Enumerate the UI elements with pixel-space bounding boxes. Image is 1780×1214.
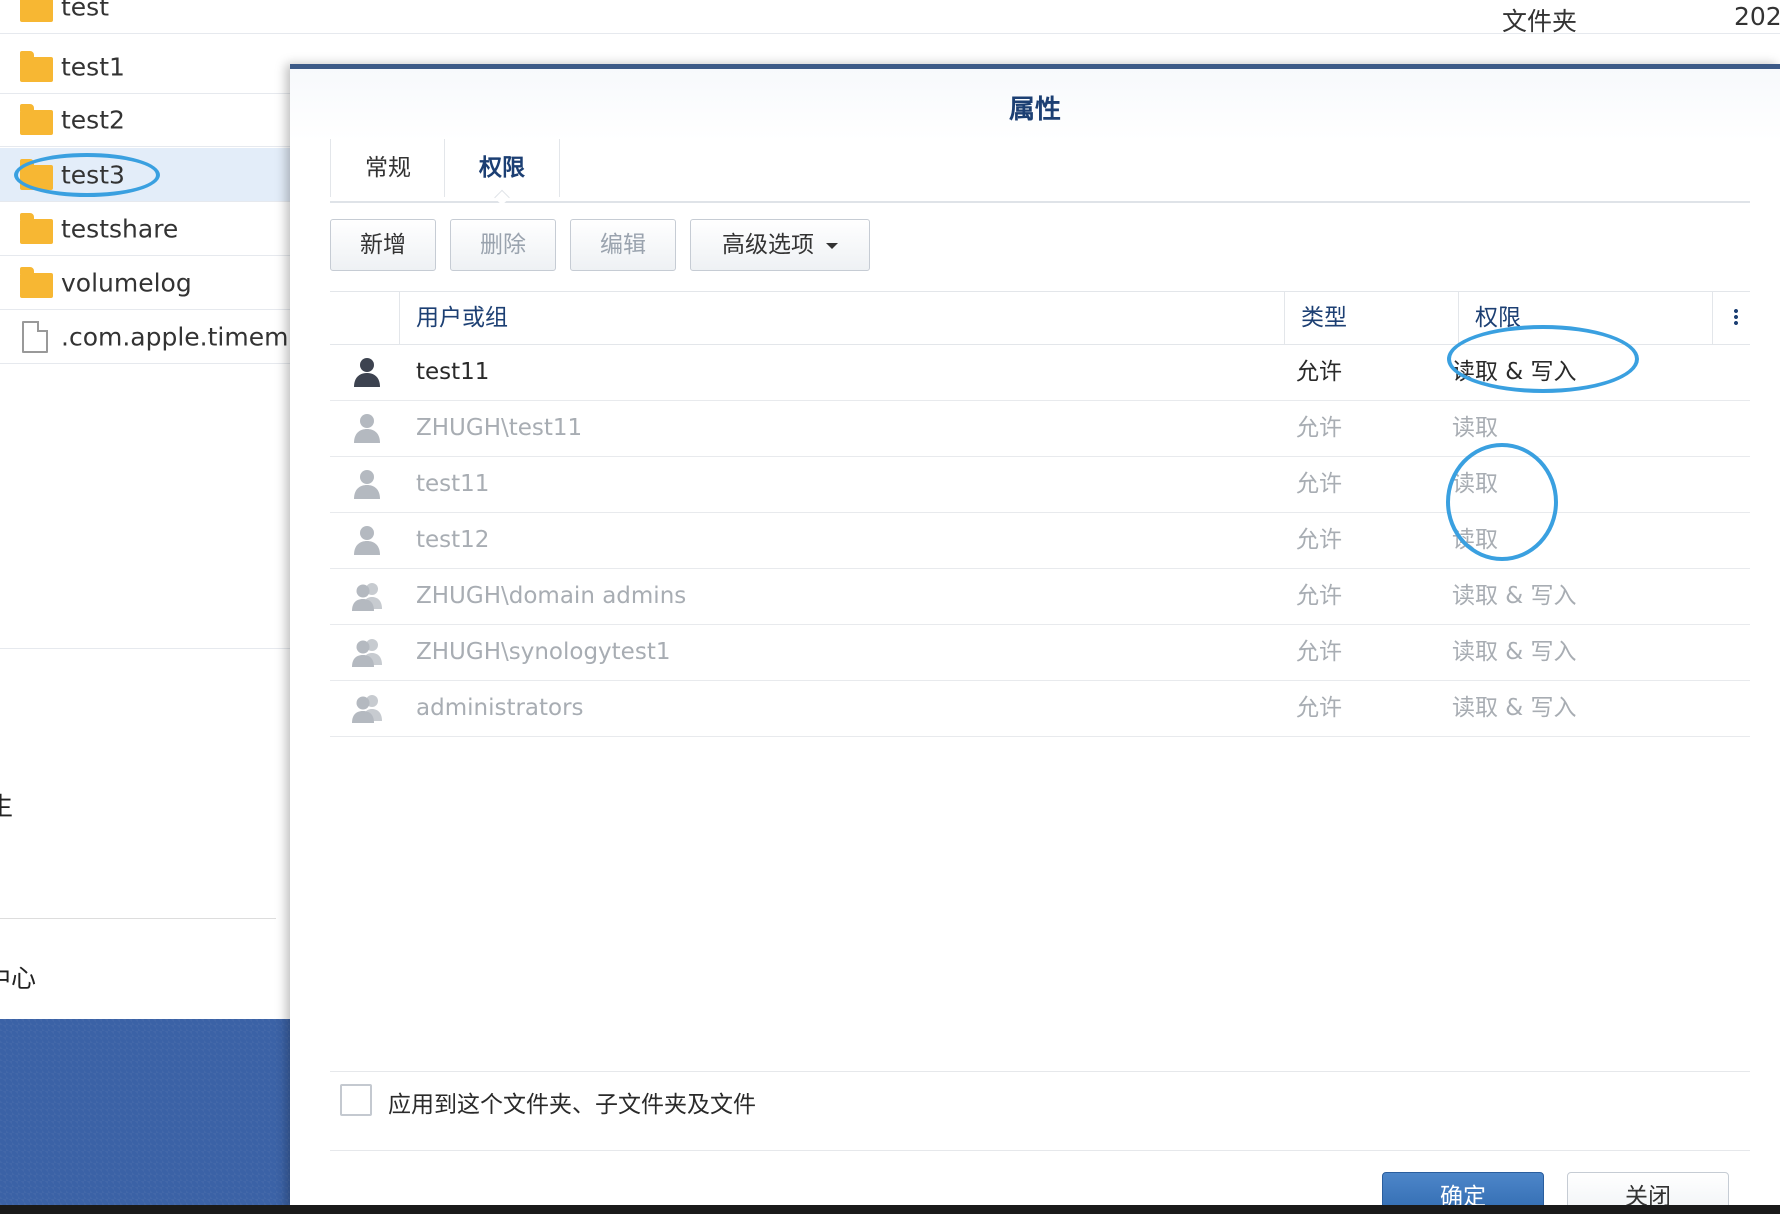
side-panel-text[interactable]: 生 [0,787,13,823]
advanced-options-button[interactable]: 高级选项 [690,219,870,271]
folder-icon [20,50,53,82]
user-or-group-name: test12 [416,527,490,553]
add-button[interactable]: 新增 [330,219,436,271]
permission-type: 允许 [1296,639,1342,665]
user-or-group-name: ZHUGH\domain admins [416,583,687,609]
delete-button[interactable]: 删除 [450,219,556,271]
chevron-down-icon [826,242,838,249]
file-name: testshare [61,214,179,243]
permission-value: 读取 [1452,471,1498,497]
divider [0,648,290,649]
permission-type: 允许 [1296,527,1342,553]
folder-icon [20,158,53,190]
dialog-header[interactable]: 属性 [290,69,1780,141]
group-icon [350,579,384,613]
file-name: .com.apple.timema [61,322,304,351]
column-header-user-or-group[interactable]: 用户或组 [399,292,1284,344]
user-icon [350,467,384,501]
table-header: 用户或组 类型 权限 [330,291,1750,345]
file-name: volumelog [61,268,192,297]
permission-type: 允许 [1296,359,1342,385]
desktop-background [0,1019,290,1214]
dialog-title: 属性 [1008,95,1061,125]
user-icon [350,355,384,389]
active-tab-indicator [494,189,510,206]
table-row[interactable]: test12 允许 读取 [330,513,1750,569]
column-header-permission[interactable]: 权限 [1458,292,1712,344]
permission-value: 读取 [1452,415,1498,441]
table-row[interactable]: administrators 允许 读取 & 写入 [330,681,1750,737]
file-name: test [61,0,110,21]
tab-label: 权限 [479,155,525,181]
table-body: test11 允许 读取 & 写入 ZHUGH\test11 允许 读取 test11 允许读… [330,345,1750,737]
tab-bar: 常规 权限 [330,139,1750,206]
column-menu[interactable] [1712,292,1750,344]
table-row[interactable]: test11 允许 读取 & 写入 [330,345,1750,401]
permission-value: 读取 & 写入 [1452,639,1577,665]
file-type: 文件夹 [1502,7,1578,36]
table-row[interactable]: ZHUGH\test11 允许 读取 [330,401,1750,457]
side-panel-text[interactable]: 中心 [0,959,36,995]
side-panel: 生 中心 [0,727,290,1019]
folder-icon [20,266,53,298]
permission-value: 读取 & 写入 [1452,695,1577,721]
user-icon [350,411,384,445]
advanced-options-label: 高级选项 [722,232,814,258]
permission-type: 允许 [1296,471,1342,497]
file-name: test2 [61,105,125,134]
more-vertical-icon[interactable] [1734,308,1738,326]
properties-dialog: 属性 常规 权限 新增 删除 编辑 高级选项 用户或组 类型 权限 test11… [290,64,1780,1214]
apply-to-children-label[interactable]: 应用到这个文件夹、子文件夹及文件 [388,1085,756,1119]
apply-to-children-checkbox[interactable] [340,1084,372,1116]
tab-permissions[interactable]: 权限 [444,139,560,206]
folder-icon [20,0,53,22]
apply-to-children-area: 应用到这个文件夹、子文件夹及文件 [330,1071,1750,1151]
permission-value: 读取 & 写入 [1452,359,1577,385]
group-icon [350,635,384,669]
taskbar-strip [0,1205,1780,1214]
table-row[interactable]: ZHUGH\synologytest1 允许 读取 & 写入 [330,625,1750,681]
file-name: test1 [61,52,125,81]
file-date: 202 [1734,2,1780,31]
permission-value: 读取 [1452,527,1498,553]
file-icon [22,320,48,353]
tab-general[interactable]: 常规 [330,139,445,197]
permission-type: 允许 [1296,695,1342,721]
table-row[interactable]: ZHUGH\domain admins 允许 读取 & 写入 [330,569,1750,625]
user-or-group-name: ZHUGH\synologytest1 [416,639,671,665]
user-or-group-name: test11 [416,359,490,385]
permissions-table: 用户或组 类型 权限 test11 允许 读取 & 写入 ZHUGH\test11 允许… [330,291,1750,737]
permission-type: 允许 [1296,583,1342,609]
user-or-group-name: test11 [416,471,490,497]
folder-icon [20,212,53,244]
permission-value: 读取 & 写入 [1452,583,1577,609]
user-icon [350,523,384,557]
table-row[interactable]: test11 允许 读取 [330,457,1750,513]
file-name: test3 [61,160,125,189]
group-icon [350,691,384,725]
divider [0,918,276,919]
column-header-type[interactable]: 类型 [1284,292,1458,344]
folder-icon [20,103,53,135]
user-or-group-name: ZHUGH\test11 [416,415,583,441]
user-or-group-name: administrators [416,695,584,721]
permission-type: 允许 [1296,415,1342,441]
screen: test 文件夹 202 test1 test2 test3 testshare… [0,0,1780,1214]
edit-button[interactable]: 编辑 [570,219,676,271]
